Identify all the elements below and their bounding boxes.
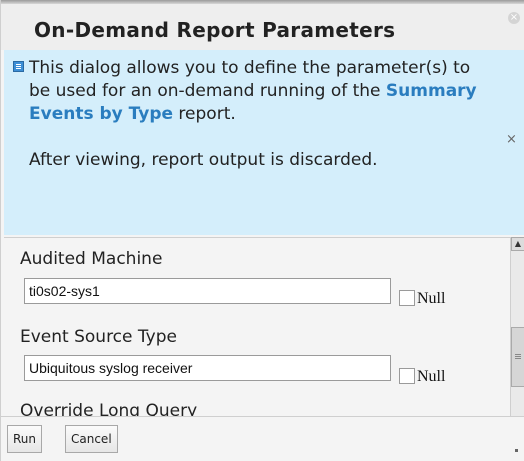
override-long-query-label: Override Long Query <box>20 401 198 417</box>
info-icon <box>13 61 24 72</box>
audited-machine-null-label: Null <box>417 290 446 307</box>
title-bar-edge <box>1 0 524 4</box>
run-button[interactable]: Run <box>7 425 43 453</box>
audited-machine-label: Audited Machine <box>20 249 163 269</box>
cancel-button[interactable]: Cancel <box>65 425 118 453</box>
form-scrollbar[interactable]: ▲ <box>510 237 524 416</box>
dialog-title-bar: On-Demand Report Parameters × <box>1 0 524 50</box>
dialog-title: On-Demand Report Parameters <box>34 18 396 42</box>
event-source-type-null-label: Null <box>417 368 446 385</box>
scroll-thumb[interactable] <box>511 327 524 387</box>
info-text-after: report. <box>173 104 236 124</box>
close-icon[interactable]: × <box>508 12 520 24</box>
resize-grip-icon[interactable] <box>515 449 518 452</box>
info-message: This dialog allows you to define the par… <box>29 57 479 172</box>
info-panel: This dialog allows you to define the par… <box>4 50 524 235</box>
dialog-button-bar: Run Cancel <box>1 416 524 461</box>
audited-machine-input[interactable] <box>24 278 391 304</box>
scroll-up-arrow-icon[interactable]: ▲ <box>511 237 524 251</box>
audited-machine-null-checkbox[interactable] <box>399 290 415 306</box>
info-note: After viewing, report output is discarde… <box>29 150 378 170</box>
parameters-form: Audited Machine Null Event Source Type N… <box>4 237 510 417</box>
event-source-type-input[interactable] <box>24 355 391 381</box>
dismiss-info-icon[interactable]: × <box>506 132 517 147</box>
event-source-type-null-checkbox[interactable] <box>399 368 415 384</box>
event-source-type-label: Event Source Type <box>20 327 177 347</box>
report-parameters-dialog: On-Demand Report Parameters × This dialo… <box>0 0 524 461</box>
